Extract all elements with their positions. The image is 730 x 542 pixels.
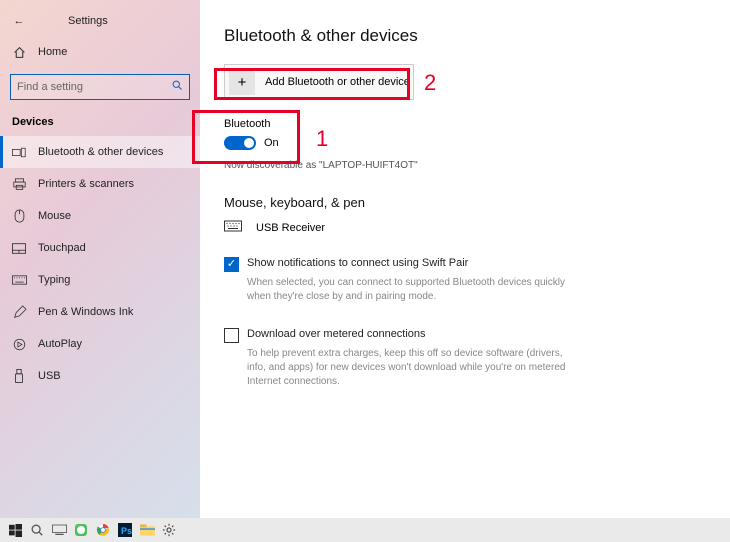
bluetooth-label: Bluetooth (224, 118, 706, 130)
add-device-button[interactable]: + Add Bluetooth or other device (224, 64, 414, 100)
taskbar-app-settings[interactable] (158, 520, 180, 540)
sidebar-item-label: Pen & Windows Ink (38, 306, 133, 318)
touchpad-icon (10, 243, 28, 254)
device-usb-receiver[interactable]: USB Receiver (224, 220, 706, 235)
start-button[interactable] (4, 520, 26, 540)
back-icon[interactable]: ← (10, 15, 28, 27)
devices-section-label: Devices (0, 110, 200, 136)
swift-pair-checkbox[interactable] (224, 257, 239, 272)
search-input[interactable] (17, 81, 171, 93)
search-box[interactable] (10, 74, 190, 100)
sidebar-item-label: Mouse (38, 210, 71, 222)
search-icon (171, 78, 183, 96)
printer-icon (10, 178, 28, 191)
bluetooth-state: On (264, 137, 279, 149)
autoplay-icon (10, 338, 28, 351)
main-content: Bluetooth & other devices + Add Bluetoot… (200, 0, 730, 525)
sidebar: ← Settings Home Devices Bluetooth & othe… (0, 0, 200, 525)
sidebar-item-label: Bluetooth & other devices (38, 146, 163, 158)
sidebar-item-touchpad[interactable]: Touchpad (0, 232, 200, 264)
add-device-label: Add Bluetooth or other device (265, 76, 410, 88)
metered-help: To help prevent extra charges, keep this… (247, 347, 567, 389)
page-title: Bluetooth & other devices (224, 26, 706, 46)
header-row: ← Settings (0, 6, 200, 36)
devices-icon (10, 147, 28, 158)
sidebar-home[interactable]: Home (0, 36, 200, 68)
sidebar-item-label: USB (38, 370, 61, 382)
swift-pair-help: When selected, you can connect to suppor… (247, 276, 567, 304)
taskbar-app-explorer[interactable] (136, 520, 158, 540)
taskbar-app-chrome[interactable] (92, 520, 114, 540)
taskbar: Ps (0, 518, 730, 542)
pen-icon (10, 306, 28, 319)
taskbar-app-photoshop[interactable]: Ps (114, 520, 136, 540)
taskbar-search-icon[interactable] (26, 520, 48, 540)
sidebar-item-printers[interactable]: Printers & scanners (0, 168, 200, 200)
metered-label: Download over metered connections (247, 328, 426, 340)
sidebar-item-typing[interactable]: Typing (0, 264, 200, 296)
device-label: USB Receiver (256, 222, 325, 234)
usb-icon (10, 369, 28, 383)
mouse-icon (10, 209, 28, 223)
sidebar-item-label: AutoPlay (38, 338, 82, 350)
sidebar-item-autoplay[interactable]: AutoPlay (0, 328, 200, 360)
home-icon (10, 46, 28, 59)
plus-icon: + (229, 69, 255, 95)
sidebar-item-mouse[interactable]: Mouse (0, 200, 200, 232)
settings-title: Settings (38, 15, 108, 27)
keyboard-device-icon (224, 220, 246, 235)
svg-text:Ps: Ps (121, 526, 132, 536)
metered-checkbox[interactable] (224, 328, 239, 343)
sidebar-item-usb[interactable]: USB (0, 360, 200, 392)
keyboard-icon (10, 275, 28, 285)
sidebar-item-label: Touchpad (38, 242, 86, 254)
bluetooth-toggle[interactable] (224, 136, 256, 150)
sidebar-item-label: Printers & scanners (38, 178, 134, 190)
sidebar-item-label: Typing (38, 274, 70, 286)
sidebar-item-pen[interactable]: Pen & Windows Ink (0, 296, 200, 328)
taskbar-task-view-icon[interactable] (48, 520, 70, 540)
discoverable-text: Now discoverable as "LAPTOP-HUIFT4OT" (224, 160, 706, 171)
swift-pair-label: Show notifications to connect using Swif… (247, 257, 468, 269)
sidebar-item-bluetooth[interactable]: Bluetooth & other devices (0, 136, 200, 168)
taskbar-app-line[interactable] (70, 520, 92, 540)
section-mkp: Mouse, keyboard, & pen (224, 195, 706, 210)
home-label: Home (38, 46, 67, 58)
